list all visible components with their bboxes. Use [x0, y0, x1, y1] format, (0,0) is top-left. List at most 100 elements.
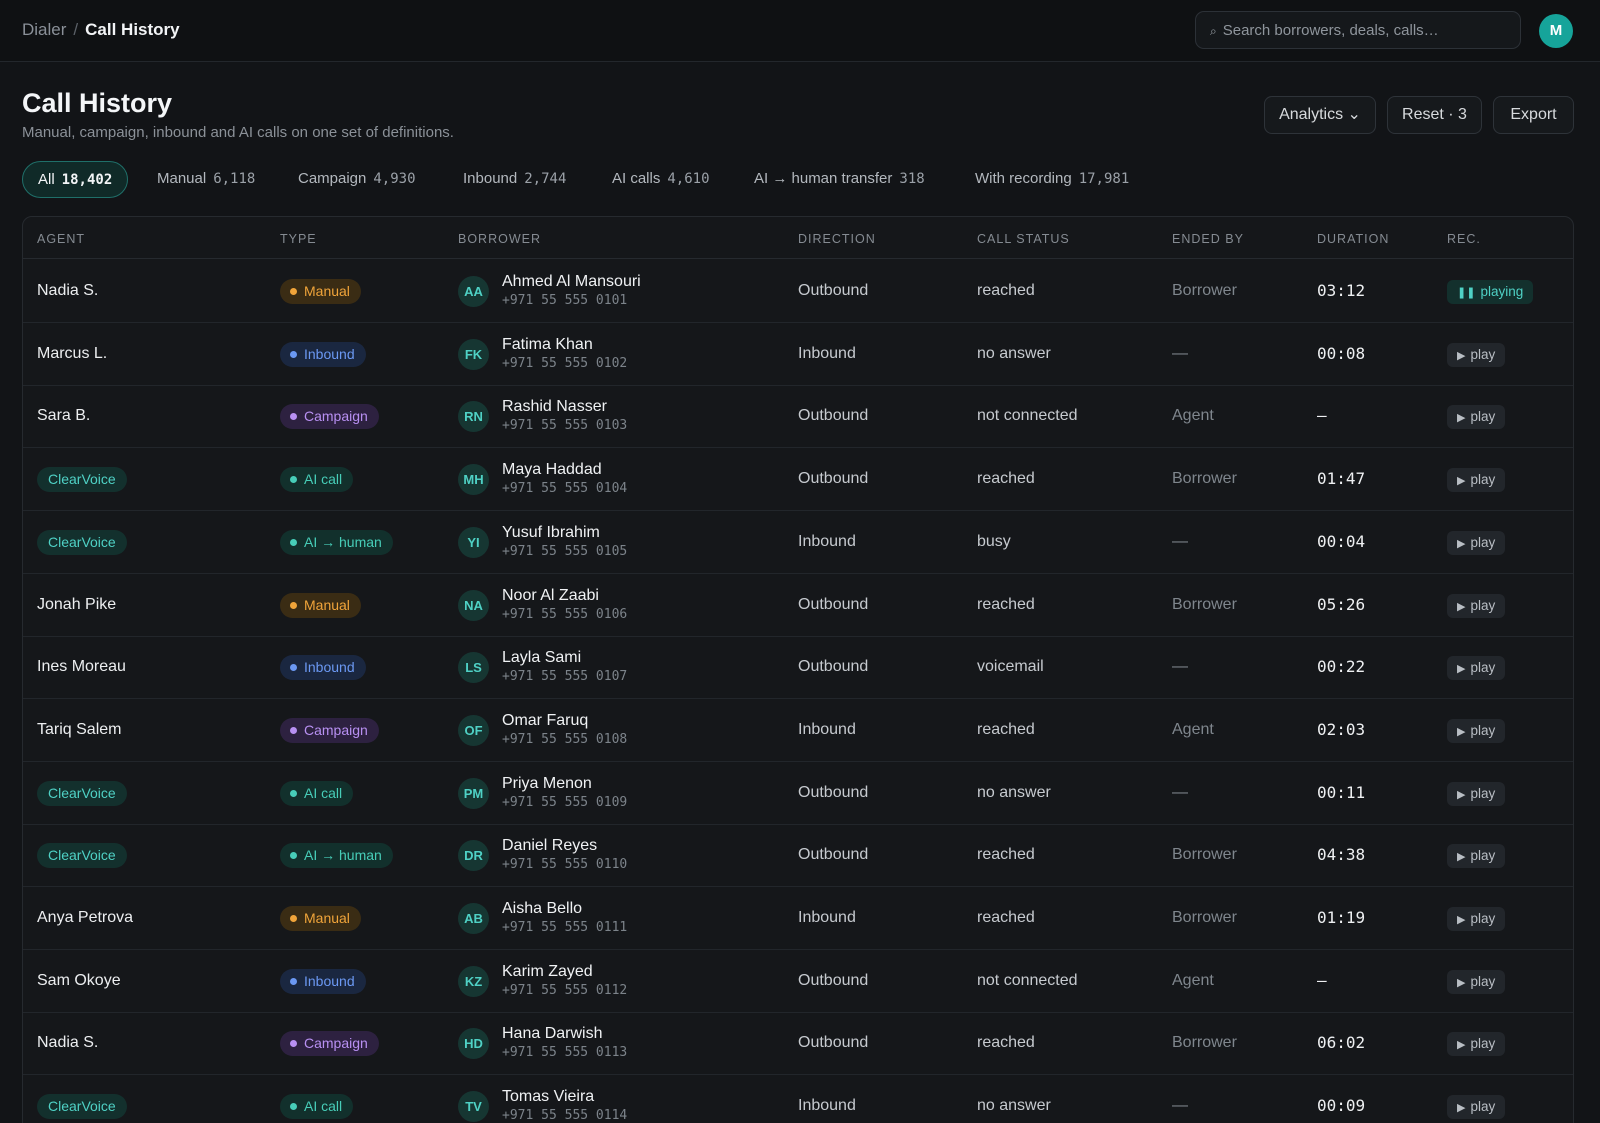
type-label: Campaign: [304, 721, 368, 738]
column-header-call-status[interactable]: CALL STATUS: [977, 232, 1070, 246]
table-row[interactable]: ClearVoice AI → human DR Daniel Reyes +9…: [23, 824, 1573, 888]
play-icon: ▶: [1457, 663, 1466, 676]
tab-ai-calls[interactable]: AI calls 4,610: [612, 161, 710, 198]
column-header-duration[interactable]: DURATION: [1317, 232, 1389, 246]
play-recording-button[interactable]: ▶ play: [1447, 405, 1506, 430]
borrower-name[interactable]: Yusuf Ibrahim: [502, 523, 600, 543]
column-header-agent[interactable]: AGENT: [37, 232, 85, 246]
call-direction: Inbound: [798, 344, 856, 362]
call-direction: Outbound: [798, 658, 869, 676]
borrower-name[interactable]: Priya Menon: [502, 774, 592, 794]
tab-label: Inbound: [463, 170, 518, 187]
table-row[interactable]: ClearVoice AI call TV Tomas Vieira +971 …: [23, 1075, 1573, 1123]
call-duration: 04:38: [1317, 845, 1366, 865]
call-status: reached: [977, 595, 1035, 613]
reset-button[interactable]: Reset · 3: [1387, 96, 1482, 134]
agent-name: Ines Moreau: [37, 658, 126, 676]
user-avatar[interactable]: M: [1539, 14, 1573, 48]
play-recording-button[interactable]: ▶ play: [1447, 718, 1506, 743]
table-row[interactable]: Sara B. Campaign RN Rashid Nasser +971 5…: [23, 385, 1573, 449]
call-status: not connected: [977, 407, 1078, 425]
column-header-type[interactable]: TYPE: [280, 232, 317, 246]
recording-label: play: [1470, 534, 1496, 550]
table-row[interactable]: Sam Okoye Inbound KZ Karim Zayed +971 55…: [23, 950, 1573, 1013]
borrower-avatar: LS: [458, 652, 489, 684]
tab-manual[interactable]: Manual 6,118: [157, 161, 255, 198]
call-duration: 00:22: [1317, 657, 1366, 677]
call-direction: Outbound: [798, 282, 869, 299]
play-recording-button[interactable]: ▶ play: [1447, 468, 1506, 493]
borrower-name[interactable]: Fatima Khan: [502, 335, 593, 355]
table-row[interactable]: Nadia S. Campaign HD Hana Darwish +971 5…: [23, 1012, 1573, 1076]
play-recording-button[interactable]: ▶ play: [1447, 907, 1506, 931]
borrower-name[interactable]: Ahmed Al Mansouri: [502, 272, 641, 292]
tab-ai-human-transfer[interactable]: AI → human transfer 318: [754, 161, 925, 198]
play-recording-button[interactable]: ▶ play: [1447, 781, 1506, 806]
table-row[interactable]: Anya Petrova Manual AB Aisha Bello +971 …: [23, 887, 1573, 950]
play-recording-button[interactable]: ▶ play: [1447, 530, 1506, 555]
type-label: AI call: [304, 1098, 343, 1115]
type-label: Inbound: [304, 972, 355, 989]
ended-by: Borrower: [1172, 282, 1237, 299]
call-duration: 06:02: [1317, 1033, 1366, 1053]
table-row[interactable]: ClearVoice AI call PM Priya Menon +971 5…: [23, 762, 1573, 825]
borrower-phone: +971 55 555 0106: [502, 606, 628, 622]
borrower-avatar: YI: [458, 526, 489, 558]
pause-recording-button[interactable]: ❚❚ playing: [1447, 280, 1534, 304]
type-label: Inbound: [304, 659, 355, 676]
call-direction: Outbound: [798, 1034, 869, 1052]
tab-all[interactable]: All 18,402: [22, 161, 129, 198]
type-badge: Campaign: [280, 1031, 379, 1057]
recording-label: play: [1470, 1099, 1496, 1115]
play-recording-button[interactable]: ▶ play: [1447, 656, 1506, 681]
type-label: Inbound: [304, 345, 355, 362]
borrower-avatar: HD: [458, 1028, 489, 1060]
borrower-name[interactable]: Tomas Vieira: [502, 1087, 594, 1107]
table-row[interactable]: Tariq Salem Campaign OF Omar Faruq +971 …: [23, 699, 1573, 762]
column-header-borrower[interactable]: BORROWER: [458, 232, 541, 246]
recording-label: play: [1470, 409, 1496, 425]
breadcrumb-dialer[interactable]: Dialer: [22, 20, 66, 39]
column-header-direction[interactable]: DIRECTION: [798, 232, 876, 246]
tab-inbound[interactable]: Inbound 2,744: [463, 161, 566, 198]
borrower-name[interactable]: Daniel Reyes: [502, 836, 597, 856]
type-badge: AI → human: [280, 529, 393, 555]
borrower-avatar: KZ: [458, 965, 489, 997]
play-recording-button[interactable]: ▶ play: [1447, 844, 1506, 869]
tab-campaign[interactable]: Campaign 4,930: [298, 161, 416, 198]
table-row[interactable]: ClearVoice AI → human YI Yusuf Ibrahim +…: [23, 511, 1573, 574]
play-recording-button[interactable]: ▶ play: [1447, 1032, 1506, 1057]
borrower-name[interactable]: Maya Haddad: [502, 460, 602, 480]
recording-label: play: [1470, 1036, 1496, 1052]
borrower-name[interactable]: Hana Darwish: [502, 1024, 602, 1044]
table-row[interactable]: ClearVoice AI call MH Maya Haddad +971 5…: [23, 448, 1573, 512]
table-row[interactable]: Jonah Pike Manual NA Noor Al Zaabi +971 …: [23, 574, 1573, 637]
search-input[interactable]: ⌕ Search borrowers, deals, calls…: [1195, 11, 1521, 49]
borrower-name[interactable]: Aisha Bello: [502, 899, 582, 919]
table-row[interactable]: Marcus L. Inbound FK Fatima Khan +971 55…: [23, 323, 1573, 386]
table-row[interactable]: Nadia S. Manual AA Ahmed Al Mansouri +97…: [23, 260, 1573, 323]
analytics-button[interactable]: Analytics ⌄: [1264, 96, 1376, 134]
play-icon: ▶: [1457, 1039, 1466, 1052]
play-recording-button[interactable]: ▶ play: [1447, 593, 1506, 618]
borrower-name[interactable]: Karim Zayed: [502, 962, 593, 982]
call-status: reached: [977, 846, 1035, 864]
call-duration: 00:04: [1317, 531, 1366, 551]
borrower-name[interactable]: Layla Sami: [502, 648, 581, 668]
tab-with-recording[interactable]: With recording 17,981: [975, 161, 1129, 198]
play-icon: ▶: [1457, 788, 1466, 801]
play-recording-button[interactable]: ▶ play: [1447, 342, 1506, 367]
tab-count: 4,610: [667, 171, 710, 187]
play-recording-button[interactable]: ▶ play: [1447, 1095, 1506, 1120]
borrower-name[interactable]: Noor Al Zaabi: [502, 586, 599, 606]
borrower-name[interactable]: Rashid Nasser: [502, 397, 607, 417]
play-recording-button[interactable]: ▶ play: [1447, 969, 1506, 994]
column-header-rec[interactable]: REC.: [1447, 232, 1481, 246]
export-button[interactable]: Export: [1493, 96, 1574, 134]
borrower-name[interactable]: Omar Faruq: [502, 711, 588, 731]
call-status: no answer: [977, 344, 1051, 362]
type-badge: Manual: [280, 592, 361, 618]
table-row[interactable]: Ines Moreau Inbound LS Layla Sami +971 5…: [23, 636, 1573, 700]
column-header-ended-by[interactable]: ENDED BY: [1172, 232, 1244, 246]
agent-ai-chip: ClearVoice: [37, 780, 127, 806]
